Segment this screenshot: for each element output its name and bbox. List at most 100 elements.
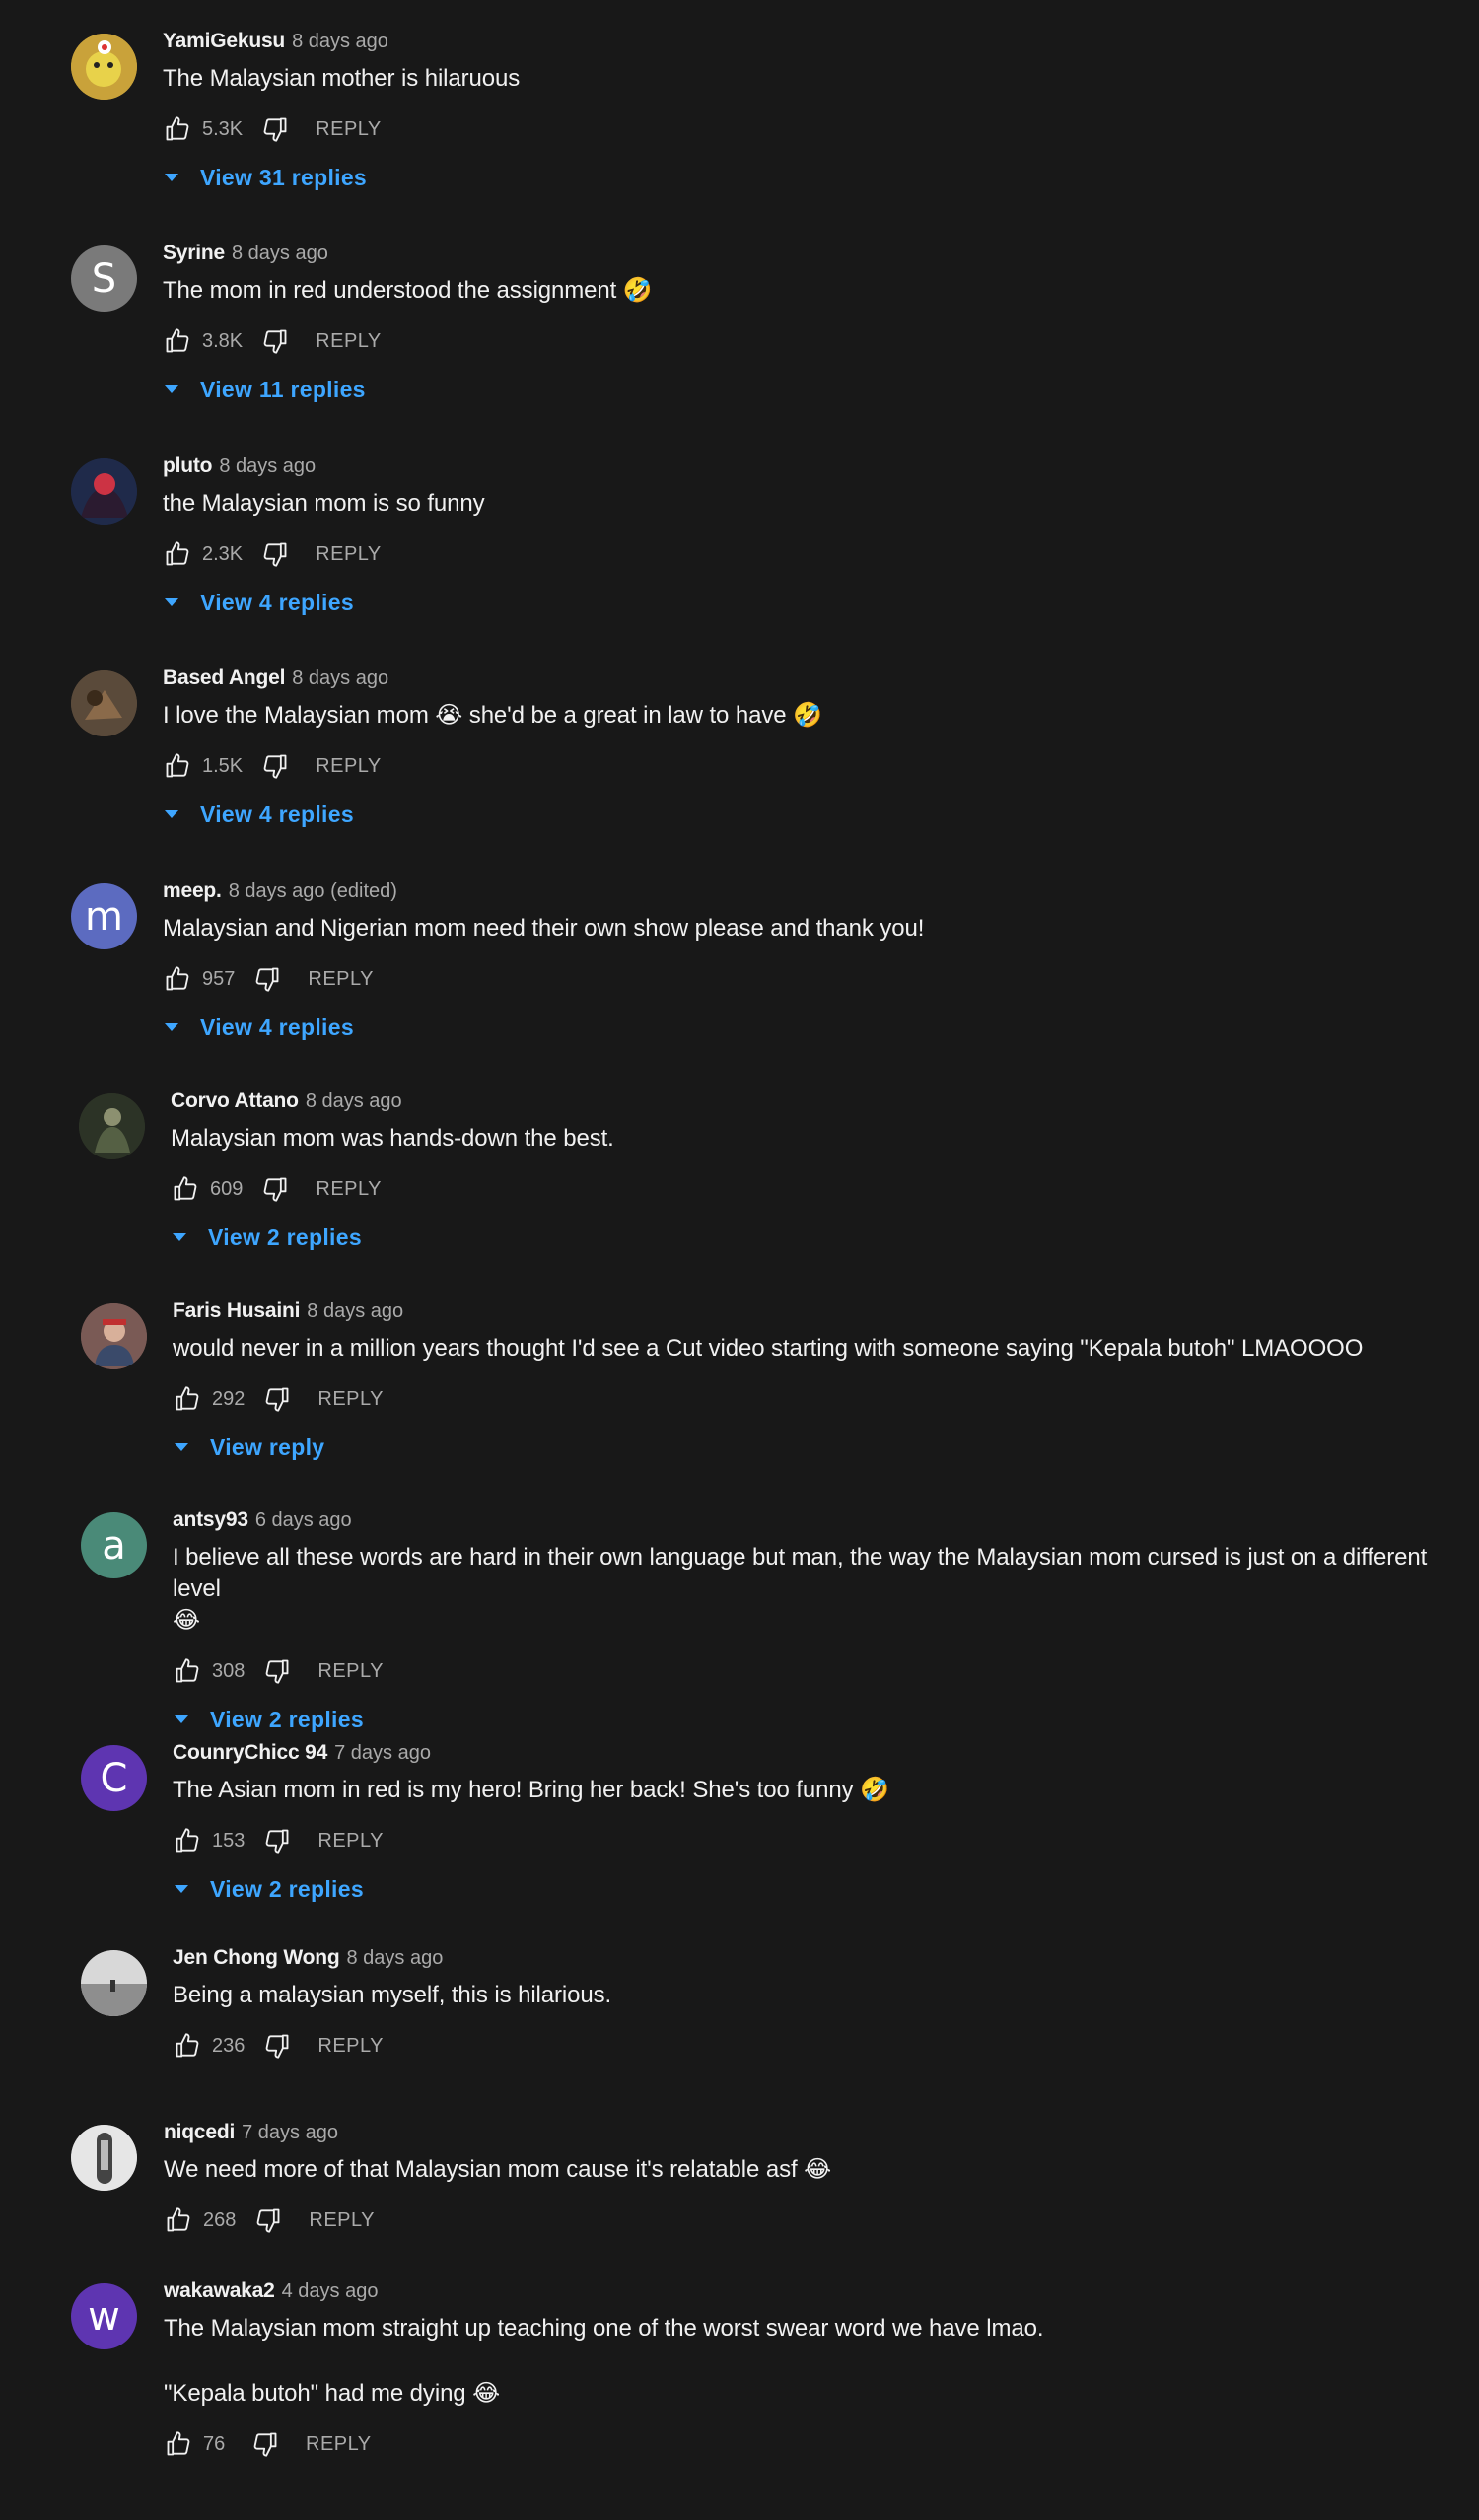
comment-author[interactable]: meep. (163, 879, 222, 903)
comment-toolbar: 609 REPLY (171, 1171, 1471, 1207)
view-replies-label: View 2 replies (210, 1875, 364, 1902)
comment-time[interactable]: 8 days ago (292, 667, 388, 690)
avatar[interactable] (71, 458, 137, 525)
comment-author[interactable]: Syrine (163, 242, 225, 265)
reply-button[interactable]: REPLY (316, 755, 382, 778)
view-replies-button[interactable]: View 4 replies (163, 586, 1471, 619)
comment-author[interactable]: CounryChicc 94 (173, 1741, 327, 1765)
thumbs-down-icon[interactable] (262, 1384, 292, 1414)
thumbs-up-icon[interactable] (173, 2031, 202, 2061)
thumbs-up-icon[interactable] (171, 1174, 200, 1204)
caret-down-icon (163, 594, 180, 611)
comment-author[interactable]: YamiGekusu (163, 30, 285, 53)
reply-button[interactable]: REPLY (317, 1660, 384, 1683)
comment-author[interactable]: Faris Husaini (173, 1299, 300, 1323)
avatar[interactable] (71, 670, 137, 736)
reply-button[interactable]: REPLY (306, 2433, 372, 2456)
comment-toolbar: 268 REPLY (164, 2203, 1471, 2238)
comment-text: would never in a million years thought I… (173, 1335, 1364, 1362)
comment-author[interactable]: niqcedi (164, 2121, 235, 2144)
comment-time[interactable]: 8 days ago (292, 31, 388, 53)
comment-author[interactable]: pluto (163, 455, 213, 478)
view-replies-label: View 2 replies (210, 1706, 364, 1732)
thumbs-up-icon[interactable] (163, 326, 192, 356)
comment-author[interactable]: Based Angel (163, 666, 285, 690)
caret-down-icon (171, 1228, 188, 1246)
like-count: 76 (203, 2432, 226, 2455)
thumbs-down-icon[interactable] (262, 2031, 292, 2061)
avatar[interactable] (71, 34, 137, 100)
avatar[interactable] (71, 2125, 137, 2191)
thumbs-down-icon[interactable] (262, 1826, 292, 1855)
reply-button[interactable]: REPLY (316, 118, 382, 141)
avatar[interactable]: a (81, 1512, 147, 1578)
thumbs-up-icon[interactable] (163, 751, 192, 781)
comment-author[interactable]: wakawaka2 (164, 2279, 275, 2303)
caret-down-icon (173, 1880, 190, 1898)
comment-text: The Malaysian mother is hilaruous (163, 65, 521, 92)
view-replies-button[interactable]: View 2 replies (171, 1221, 1471, 1254)
reply-button[interactable]: REPLY (308, 968, 374, 991)
thumbs-down-icon[interactable] (250, 2429, 280, 2459)
avatar[interactable]: C (81, 1745, 147, 1811)
thumbs-up-icon[interactable] (163, 539, 192, 569)
thumbs-down-icon[interactable] (260, 1174, 290, 1204)
reply-button[interactable]: REPLY (316, 1178, 382, 1201)
reply-button[interactable]: REPLY (316, 543, 382, 566)
thumbs-up-icon[interactable] (163, 114, 192, 144)
comment-time[interactable]: 8 days ago (346, 1947, 443, 1970)
comment-time[interactable]: 4 days ago (282, 2280, 379, 2303)
comment-time[interactable]: 8 days ago (232, 243, 328, 265)
view-replies-button[interactable]: View 4 replies (163, 1011, 1471, 1044)
comment-toolbar: 2.3K REPLY (163, 536, 1471, 572)
thumbs-up-icon[interactable] (164, 2205, 193, 2235)
thumbs-up-icon[interactable] (173, 1384, 202, 1414)
comment-toolbar: 308 REPLY (173, 1653, 1471, 1689)
comment-time[interactable]: 8 days ago (307, 1300, 403, 1323)
thumbs-down-icon[interactable] (262, 1656, 292, 1686)
view-replies-button[interactable]: View reply (173, 1431, 1471, 1464)
comment-content: The Malaysian mother is hilaruous (163, 63, 1471, 95)
avatar[interactable]: S (71, 245, 137, 312)
reply-button[interactable]: REPLY (316, 330, 382, 353)
avatar[interactable] (79, 1093, 145, 1159)
thumbs-up-icon[interactable] (173, 1826, 202, 1855)
emoji: 😂 (173, 1607, 200, 1634)
thumbs-up-icon[interactable] (163, 964, 192, 994)
thumbs-down-icon[interactable] (252, 964, 282, 994)
comment-time[interactable]: 7 days ago (242, 2122, 338, 2144)
view-replies-button[interactable]: View 4 replies (163, 798, 1471, 831)
comment-author[interactable]: Corvo Attano (171, 1089, 299, 1113)
avatar[interactable] (81, 1950, 147, 2016)
view-replies-button[interactable]: View 11 replies (163, 373, 1471, 406)
avatar[interactable]: m (71, 883, 137, 949)
comment-time[interactable]: 8 days ago (219, 455, 316, 478)
reply-button[interactable]: REPLY (317, 1830, 384, 1853)
reply-button[interactable]: REPLY (317, 2035, 384, 2058)
emoji: 😂 (472, 2380, 501, 2407)
avatar-letter: C (100, 1755, 128, 1801)
comment-toolbar: 1.5K REPLY (163, 748, 1471, 784)
avatar[interactable] (81, 1303, 147, 1369)
thumbs-up-icon[interactable] (164, 2429, 193, 2459)
comment-time[interactable]: 8 days ago (edited) (229, 880, 397, 903)
view-replies-button[interactable]: View 2 replies (173, 1872, 1471, 1906)
comment-author[interactable]: antsy93 (173, 1508, 248, 1532)
view-replies-button[interactable]: View 31 replies (163, 161, 1471, 194)
comment-author[interactable]: Jen Chong Wong (173, 1946, 340, 1970)
like-count: 236 (212, 2034, 246, 2057)
reply-button[interactable]: REPLY (309, 2209, 375, 2232)
comment-text: the Malaysian mom is so funny (163, 490, 485, 517)
thumbs-up-icon[interactable] (173, 1656, 202, 1686)
comment-time[interactable]: 6 days ago (255, 1509, 352, 1532)
thumbs-down-icon[interactable] (260, 114, 290, 144)
comment-time[interactable]: 8 days ago (306, 1090, 402, 1113)
avatar[interactable]: w (71, 2283, 137, 2349)
view-replies-button[interactable]: View 2 replies (173, 1703, 1471, 1736)
reply-button[interactable]: REPLY (317, 1388, 384, 1411)
thumbs-down-icon[interactable] (260, 751, 290, 781)
thumbs-down-icon[interactable] (253, 2205, 283, 2235)
thumbs-down-icon[interactable] (260, 539, 290, 569)
thumbs-down-icon[interactable] (260, 326, 290, 356)
comment-time[interactable]: 7 days ago (334, 1742, 431, 1765)
